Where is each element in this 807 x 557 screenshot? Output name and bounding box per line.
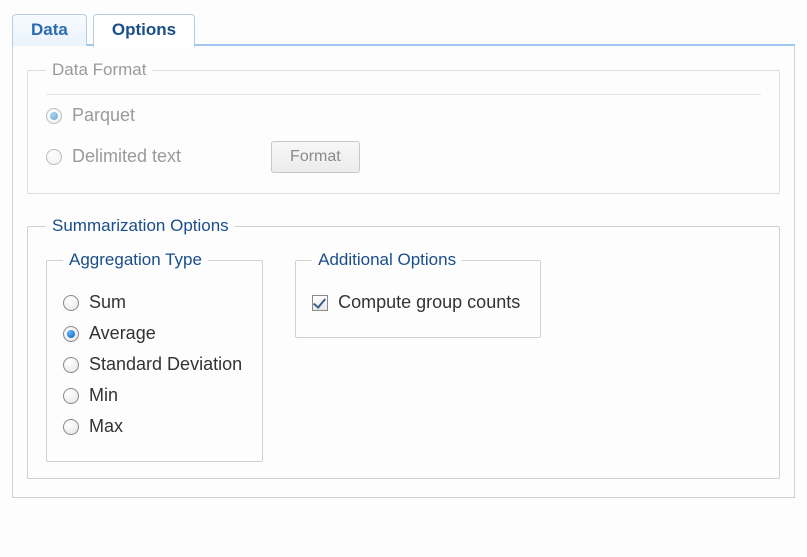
radio-sum-label: Sum (89, 292, 126, 313)
radio-max[interactable]: Max (63, 416, 242, 437)
radio-delimited-label: Delimited text (72, 146, 181, 167)
radio-min[interactable]: Min (63, 385, 242, 406)
options-panel: Data Format Parquet Delimited text Forma… (12, 46, 795, 498)
checkbox-icon (312, 295, 328, 311)
data-format-legend-text: Data Format (52, 60, 146, 79)
checkbox-compute-group-counts[interactable]: Compute group counts (312, 292, 520, 313)
additional-options-group: Additional Options Compute group counts (295, 250, 541, 338)
radio-icon (63, 388, 79, 404)
checkbox-compute-group-counts-label: Compute group counts (338, 292, 520, 313)
radio-average-label: Average (89, 323, 156, 344)
summarization-legend: Summarization Options (46, 216, 235, 236)
tab-data-label: Data (31, 20, 68, 39)
format-button-label: Format (290, 148, 341, 165)
tab-options-label: Options (112, 20, 176, 39)
radio-icon (63, 326, 79, 342)
radio-icon (46, 149, 62, 165)
additional-options-legend: Additional Options (312, 250, 462, 270)
radio-parquet: Parquet (46, 105, 761, 126)
summarization-legend-text: Summarization Options (52, 216, 229, 235)
data-format-group: Data Format Parquet Delimited text Forma… (27, 60, 780, 194)
radio-icon (63, 419, 79, 435)
data-format-legend: Data Format (46, 60, 152, 80)
tab-options[interactable]: Options (93, 14, 195, 48)
additional-options-legend-text: Additional Options (318, 250, 456, 269)
aggregation-type-legend: Aggregation Type (63, 250, 208, 270)
radio-stddev-label: Standard Deviation (89, 354, 242, 375)
radio-icon (63, 357, 79, 373)
radio-icon (63, 295, 79, 311)
summarization-group: Summarization Options Aggregation Type S… (27, 216, 780, 479)
radio-sum[interactable]: Sum (63, 292, 242, 313)
format-button: Format (271, 141, 360, 173)
radio-min-label: Min (89, 385, 118, 406)
data-format-divider (46, 94, 761, 95)
radio-icon (46, 108, 62, 124)
tab-strip: Data Options (12, 12, 795, 46)
radio-max-label: Max (89, 416, 123, 437)
aggregation-type-group: Aggregation Type Sum Average Standard De… (46, 250, 263, 462)
radio-stddev[interactable]: Standard Deviation (63, 354, 242, 375)
tab-data[interactable]: Data (12, 14, 87, 46)
radio-parquet-label: Parquet (72, 105, 135, 126)
radio-delimited: Delimited text (46, 146, 181, 167)
aggregation-type-legend-text: Aggregation Type (69, 250, 202, 269)
radio-average[interactable]: Average (63, 323, 242, 344)
